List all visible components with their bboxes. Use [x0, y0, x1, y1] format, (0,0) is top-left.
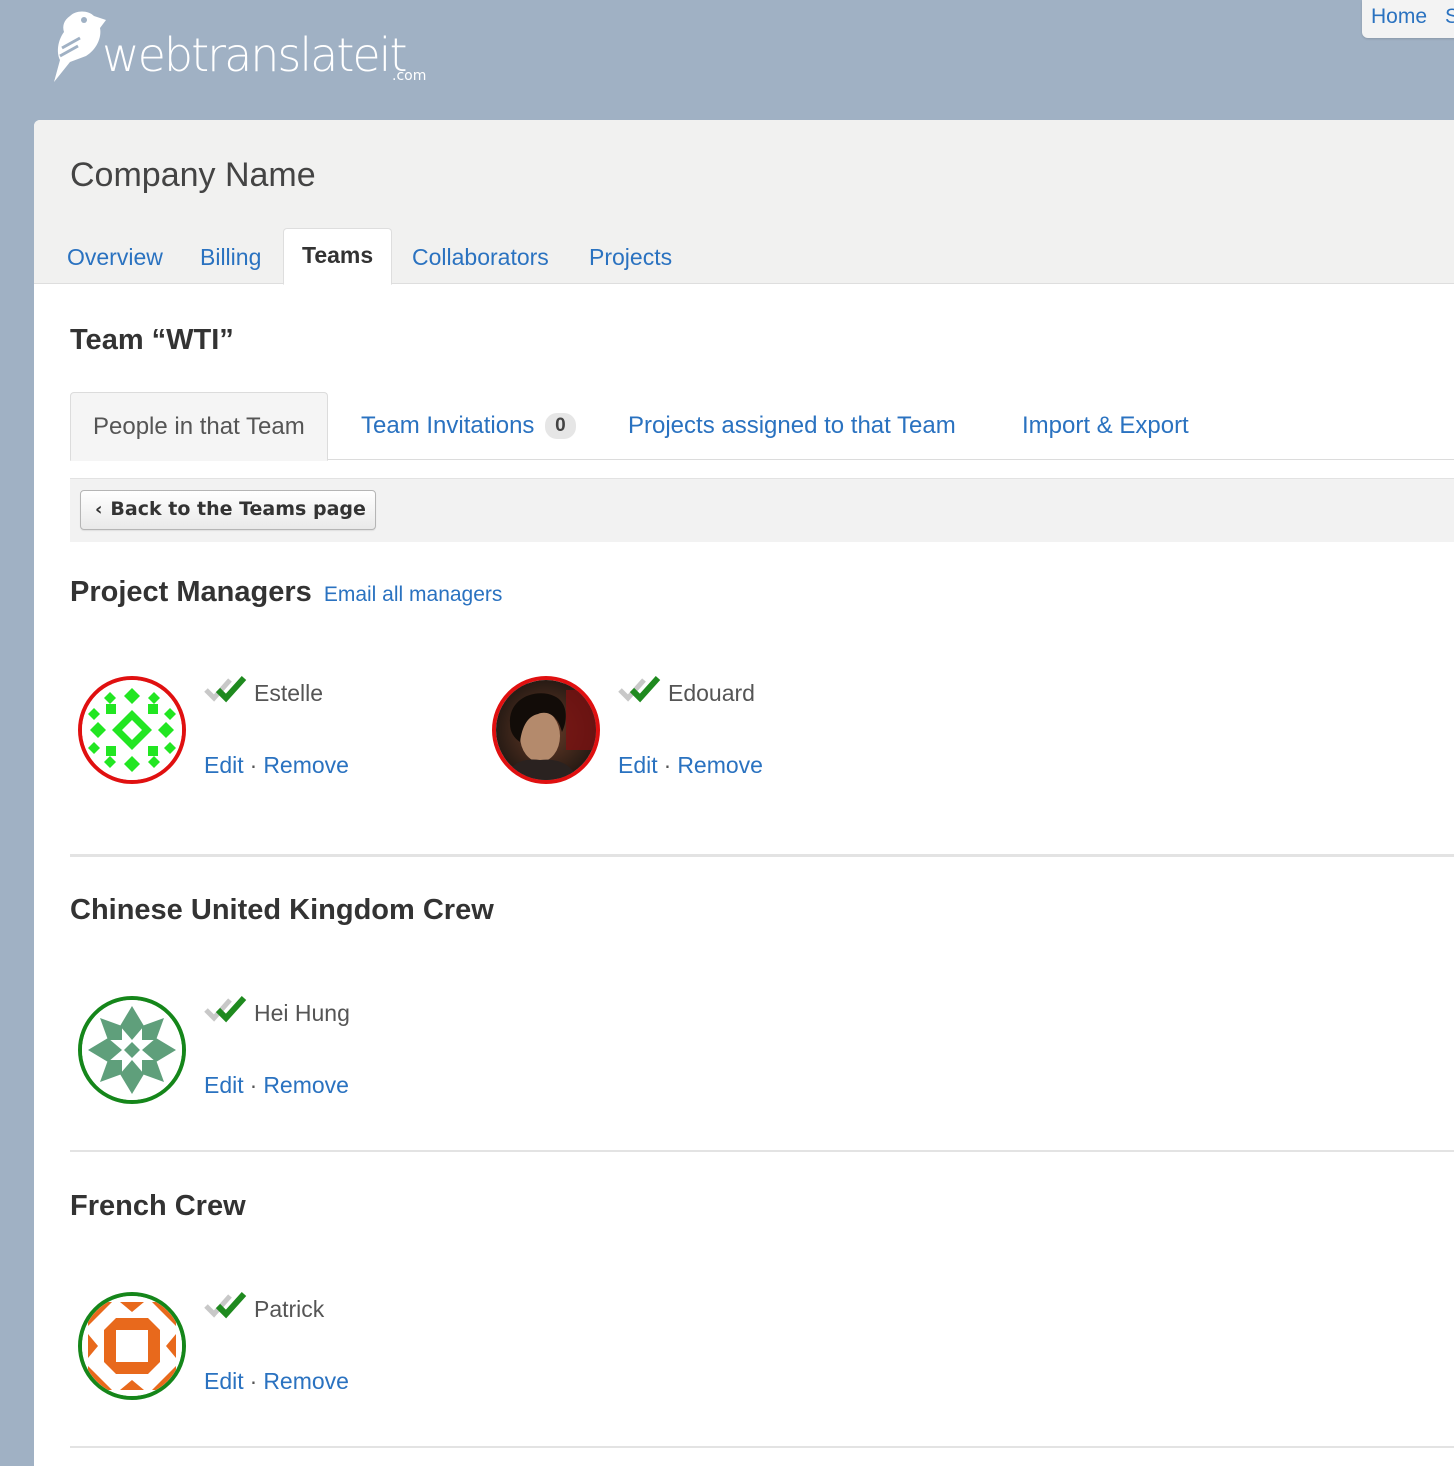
double-check-icon [618, 675, 661, 703]
separator: · [249, 1072, 258, 1098]
section-divider [70, 854, 1454, 857]
avatar[interactable] [78, 996, 186, 1104]
remove-member-link[interactable]: Remove [263, 1368, 349, 1394]
back-button-label: Back to the Teams page [110, 498, 366, 520]
member-actions: Edit · Remove [204, 1072, 349, 1099]
tab-team-invitations[interactable]: Team Invitations 0 [361, 392, 576, 460]
member-name[interactable]: Hei Hung [254, 1000, 350, 1027]
edit-member-link[interactable]: Edit [204, 1072, 244, 1098]
tab-people-in-team[interactable]: People in that Team [70, 392, 328, 461]
double-check-icon [204, 675, 247, 703]
remove-member-link[interactable]: Remove [263, 752, 349, 778]
member-name[interactable]: Estelle [254, 680, 323, 707]
team-toolbar: ‹ Back to the Teams page [70, 478, 1454, 542]
back-to-teams-button[interactable]: ‹ Back to the Teams page [80, 490, 376, 530]
section-title-text: Chinese United Kingdom Crew [70, 894, 494, 926]
member-card: Hei Hung Edit · Remove [70, 990, 450, 1110]
member-card: Edouard Edit · Remove [484, 670, 864, 790]
green-quilt-identicon-icon [82, 680, 182, 780]
member-card: Estelle Edit · Remove [70, 670, 450, 790]
tab-billing[interactable]: Billing [200, 228, 261, 284]
member-name[interactable]: Edouard [668, 680, 755, 707]
edit-member-link[interactable]: Edit [204, 1368, 244, 1394]
email-all-managers-link[interactable]: Email all managers [324, 583, 503, 606]
separator: · [249, 752, 258, 778]
main-panel: Company Name Overview Billing Teams Coll… [34, 120, 1454, 1466]
invitations-count-badge: 0 [545, 413, 576, 439]
tab-import-export[interactable]: Import & Export [1022, 392, 1189, 460]
avatar[interactable] [492, 676, 600, 784]
tab-team-invitations-label: Team Invitations [361, 412, 535, 439]
separator: · [663, 752, 672, 778]
avatar[interactable] [78, 1292, 186, 1400]
section-title-french-crew: French Crew [70, 1190, 246, 1223]
remove-member-link[interactable]: Remove [263, 1072, 349, 1098]
chevron-left-icon: ‹ [95, 499, 103, 520]
company-name: Company Name [70, 156, 316, 194]
tab-projects-assigned[interactable]: Projects assigned to that Team [628, 392, 956, 460]
section-divider [70, 1446, 1454, 1448]
member-card: Patrick Edit · Remove [70, 1286, 450, 1406]
member-name[interactable]: Patrick [254, 1296, 324, 1323]
section-divider [70, 1150, 1454, 1152]
double-check-icon [204, 1291, 247, 1319]
team-sub-tabs: People in that Team Team Invitations 0 P… [70, 392, 1454, 461]
edit-member-link[interactable]: Edit [204, 752, 244, 778]
section-title-text: Project Managers [70, 576, 312, 608]
tab-overview[interactable]: Overview [67, 228, 163, 284]
tab-teams[interactable]: Teams [283, 228, 393, 285]
member-actions: Edit · Remove [204, 1368, 349, 1395]
double-check-icon [204, 995, 247, 1023]
company-header: Company Name Overview Billing Teams Coll… [34, 120, 1454, 285]
separator: · [249, 1368, 258, 1394]
section-title-project-managers: Project Managers Email all managers [70, 576, 502, 609]
team-title: Team “WTI” [70, 324, 234, 356]
section-title-text: French Crew [70, 1190, 246, 1222]
member-actions: Edit · Remove [618, 752, 763, 779]
user-photo-icon [496, 680, 596, 780]
tab-collaborators[interactable]: Collaborators [412, 228, 549, 284]
orange-quilt-identicon-icon [82, 1296, 182, 1396]
nav-second-link[interactable]: S [1445, 5, 1454, 28]
avatar[interactable] [78, 676, 186, 784]
section-title-chinese-uk-crew: Chinese United Kingdom Crew [70, 894, 494, 927]
nav-home-link[interactable]: Home [1371, 5, 1427, 28]
remove-member-link[interactable]: Remove [677, 752, 763, 778]
edit-member-link[interactable]: Edit [618, 752, 658, 778]
teal-star-identicon-icon [82, 1000, 182, 1100]
member-actions: Edit · Remove [204, 752, 349, 779]
logo-suffix: .com [392, 68, 427, 84]
top-nav: Home S [1362, 0, 1454, 38]
logo-text: webtranslateit [102, 28, 408, 82]
tab-projects[interactable]: Projects [589, 228, 672, 284]
